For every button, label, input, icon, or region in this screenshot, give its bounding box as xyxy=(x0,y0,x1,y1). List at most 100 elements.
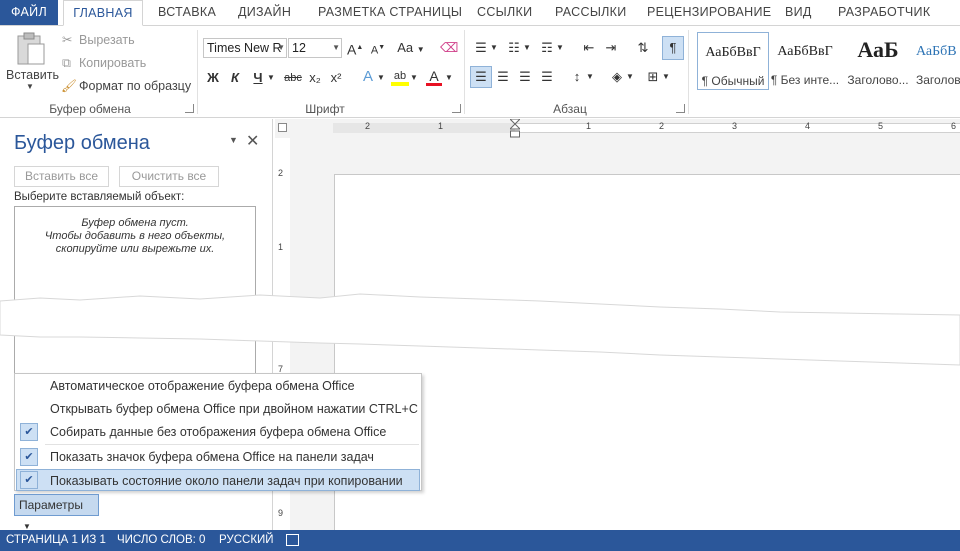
ruler-number: 6 xyxy=(951,121,957,131)
numbering-icon[interactable]: ☷ xyxy=(505,38,523,58)
font-name-dropdown-icon[interactable]: ▼ xyxy=(277,39,285,57)
line-spacing-icon[interactable]: ↕ xyxy=(568,67,586,87)
tab-selector-icon[interactable] xyxy=(278,123,287,132)
tab-review[interactable]: РЕЦЕНЗИРОВАНИЕ xyxy=(647,0,771,25)
menu-item-auto-show[interactable]: Автоматическое отображение буфера обмена… xyxy=(16,375,420,397)
highlight-icon: ab xyxy=(393,70,407,82)
style-heading-2[interactable]: АаБбВ Заголово... xyxy=(916,32,960,88)
text-effects-button[interactable]: A xyxy=(360,67,376,87)
pane-menu-dropdown-icon[interactable]: ▼ xyxy=(229,135,238,145)
justify-icon[interactable]: ☰ xyxy=(538,67,556,87)
shading-dropdown-icon[interactable]: ▼ xyxy=(626,67,634,87)
align-center-icon[interactable]: ☰ xyxy=(494,67,512,87)
tab-developer[interactable]: РАЗРАБОТЧИК xyxy=(838,0,930,25)
clipboard-launcher-icon[interactable] xyxy=(185,104,194,113)
tab-view[interactable]: ВИД xyxy=(785,0,812,25)
status-language[interactable]: РУССКИЙ xyxy=(219,530,274,551)
paste-button[interactable]: Вставить xyxy=(6,68,59,82)
underline-button[interactable]: Ч xyxy=(250,68,266,88)
increase-indent-icon[interactable]: ⇥ xyxy=(602,38,620,58)
tab-mailings[interactable]: РАССЫЛКИ xyxy=(555,0,627,25)
tab-insert[interactable]: ВСТАВКА xyxy=(158,0,216,25)
style-normal[interactable]: АаБбВвГ ¶ Обычный xyxy=(697,32,769,90)
indent-marker-icon[interactable] xyxy=(508,118,522,138)
ruler-number: 4 xyxy=(805,121,811,131)
menu-item-collect-without-show[interactable]: ✔ Собирать данные без отображения буфера… xyxy=(16,421,420,443)
grow-font-button[interactable]: A▲ xyxy=(347,38,363,58)
ruler-number: 2 xyxy=(659,121,665,131)
horizontal-ruler[interactable]: 2 1 1 2 3 4 5 6 xyxy=(275,118,960,138)
paragraph-launcher-icon[interactable] xyxy=(676,104,685,113)
highlight-button[interactable]: ab xyxy=(391,66,409,86)
tab-design[interactable]: ДИЗАЙН xyxy=(238,0,291,25)
borders-dropdown-icon[interactable]: ▼ xyxy=(662,67,670,87)
options-menu: Автоматическое отображение буфера обмена… xyxy=(14,373,422,491)
bold-button[interactable]: Ж xyxy=(205,68,221,88)
torn-edge-overlay xyxy=(0,293,960,366)
clear-formatting-icon[interactable]: ⌫ xyxy=(440,38,458,58)
strikethrough-button[interactable]: abc xyxy=(282,68,304,88)
tab-references[interactable]: ССЫЛКИ xyxy=(477,0,532,25)
ruler-margin xyxy=(333,123,515,133)
font-size-dropdown-icon[interactable]: ▼ xyxy=(332,39,340,57)
show-marks-button[interactable]: ¶ xyxy=(662,36,684,60)
status-page[interactable]: СТРАНИЦА 1 ИЗ 1 xyxy=(6,530,106,551)
menu-item-double-ctrl-c[interactable]: Открывать буфер обмена Office при двойно… xyxy=(16,398,420,420)
format-painter-button[interactable]: Формат по образцу xyxy=(79,79,191,93)
paste-all-button[interactable]: Вставить все xyxy=(14,166,109,187)
sort-icon[interactable]: ⇅ xyxy=(634,38,652,58)
checkmark-icon: ✔ xyxy=(20,471,38,489)
multilevel-list-icon[interactable]: ☶ xyxy=(538,38,556,58)
align-left-icon[interactable]: ☰ xyxy=(470,66,492,88)
options-button[interactable]: Параметры ▼ xyxy=(14,494,99,531)
status-word-count[interactable]: ЧИСЛО СЛОВ: 0 xyxy=(117,530,205,551)
tab-file[interactable]: ФАЙЛ xyxy=(0,0,58,25)
shrink-font-button[interactable]: A▼ xyxy=(370,38,386,58)
change-case-button[interactable]: Aa ▼ xyxy=(396,38,426,58)
format-painter-icon[interactable]: 🖌 xyxy=(61,79,77,94)
menu-item-show-status[interactable]: ✔ Показывать состояние около панели зада… xyxy=(16,469,420,491)
paragraph-group-label: Абзац xyxy=(553,102,587,116)
decrease-indent-icon[interactable]: ⇤ xyxy=(580,38,598,58)
ruler-number: 1 xyxy=(438,121,444,131)
underline-dropdown-icon[interactable]: ▼ xyxy=(267,68,275,88)
shading-icon[interactable]: ◈ xyxy=(608,67,626,87)
bullets-icon[interactable]: ☰ xyxy=(472,38,490,58)
proofing-icon[interactable] xyxy=(286,534,299,546)
style-heading-1[interactable]: АаБ Заголово... xyxy=(843,32,913,88)
align-right-icon[interactable]: ☰ xyxy=(516,67,534,87)
font-color-button[interactable]: A xyxy=(426,66,442,86)
cut-icon[interactable]: ✂ xyxy=(62,32,72,47)
ruler-number: 1 xyxy=(278,242,284,252)
paste-icon[interactable] xyxy=(14,32,48,66)
bullets-dropdown-icon[interactable]: ▼ xyxy=(490,38,498,58)
copy-button[interactable]: Копировать xyxy=(79,56,146,70)
superscript-button[interactable]: x² xyxy=(328,68,344,88)
multilevel-dropdown-icon[interactable]: ▼ xyxy=(556,38,564,58)
checkmark-icon: ✔ xyxy=(20,423,38,441)
line-spacing-dropdown-icon[interactable]: ▼ xyxy=(586,67,594,87)
font-launcher-icon[interactable] xyxy=(452,104,461,113)
borders-icon[interactable]: ⊞ xyxy=(644,67,662,87)
tab-home[interactable]: ГЛАВНАЯ xyxy=(63,0,143,26)
grow-font-icon: A xyxy=(347,41,357,58)
highlight-dropdown-icon[interactable]: ▼ xyxy=(410,68,418,88)
style-no-spacing[interactable]: АаБбВвГ ¶ Без инте... xyxy=(770,32,840,88)
copy-icon[interactable]: ⧉ xyxy=(62,56,71,71)
subscript-button[interactable]: x₂ xyxy=(307,68,323,88)
font-size-field[interactable]: 12 ▼ xyxy=(288,38,342,58)
font-name-field[interactable]: Times New R ▼ xyxy=(203,38,287,58)
tab-layout[interactable]: РАЗМЕТКА СТРАНИЦЫ xyxy=(318,0,462,25)
close-icon[interactable]: ✕ xyxy=(246,131,259,151)
cut-button[interactable]: Вырезать xyxy=(79,33,135,47)
text-effects-dropdown-icon[interactable]: ▼ xyxy=(377,68,385,88)
clear-all-button[interactable]: Очистить все xyxy=(119,166,219,187)
font-color-dropdown-icon[interactable]: ▼ xyxy=(445,68,453,88)
numbering-dropdown-icon[interactable]: ▼ xyxy=(523,38,531,58)
italic-button[interactable]: К xyxy=(228,68,242,88)
style-name: Заголово... xyxy=(916,73,960,87)
paste-dropdown-icon[interactable]: ▼ xyxy=(26,82,34,91)
group-divider xyxy=(688,30,689,114)
menu-item-show-taskbar-icon[interactable]: ✔ Показать значок буфера обмена Office н… xyxy=(16,446,420,468)
status-bar: СТРАНИЦА 1 ИЗ 1 ЧИСЛО СЛОВ: 0 РУССКИЙ xyxy=(0,530,960,551)
